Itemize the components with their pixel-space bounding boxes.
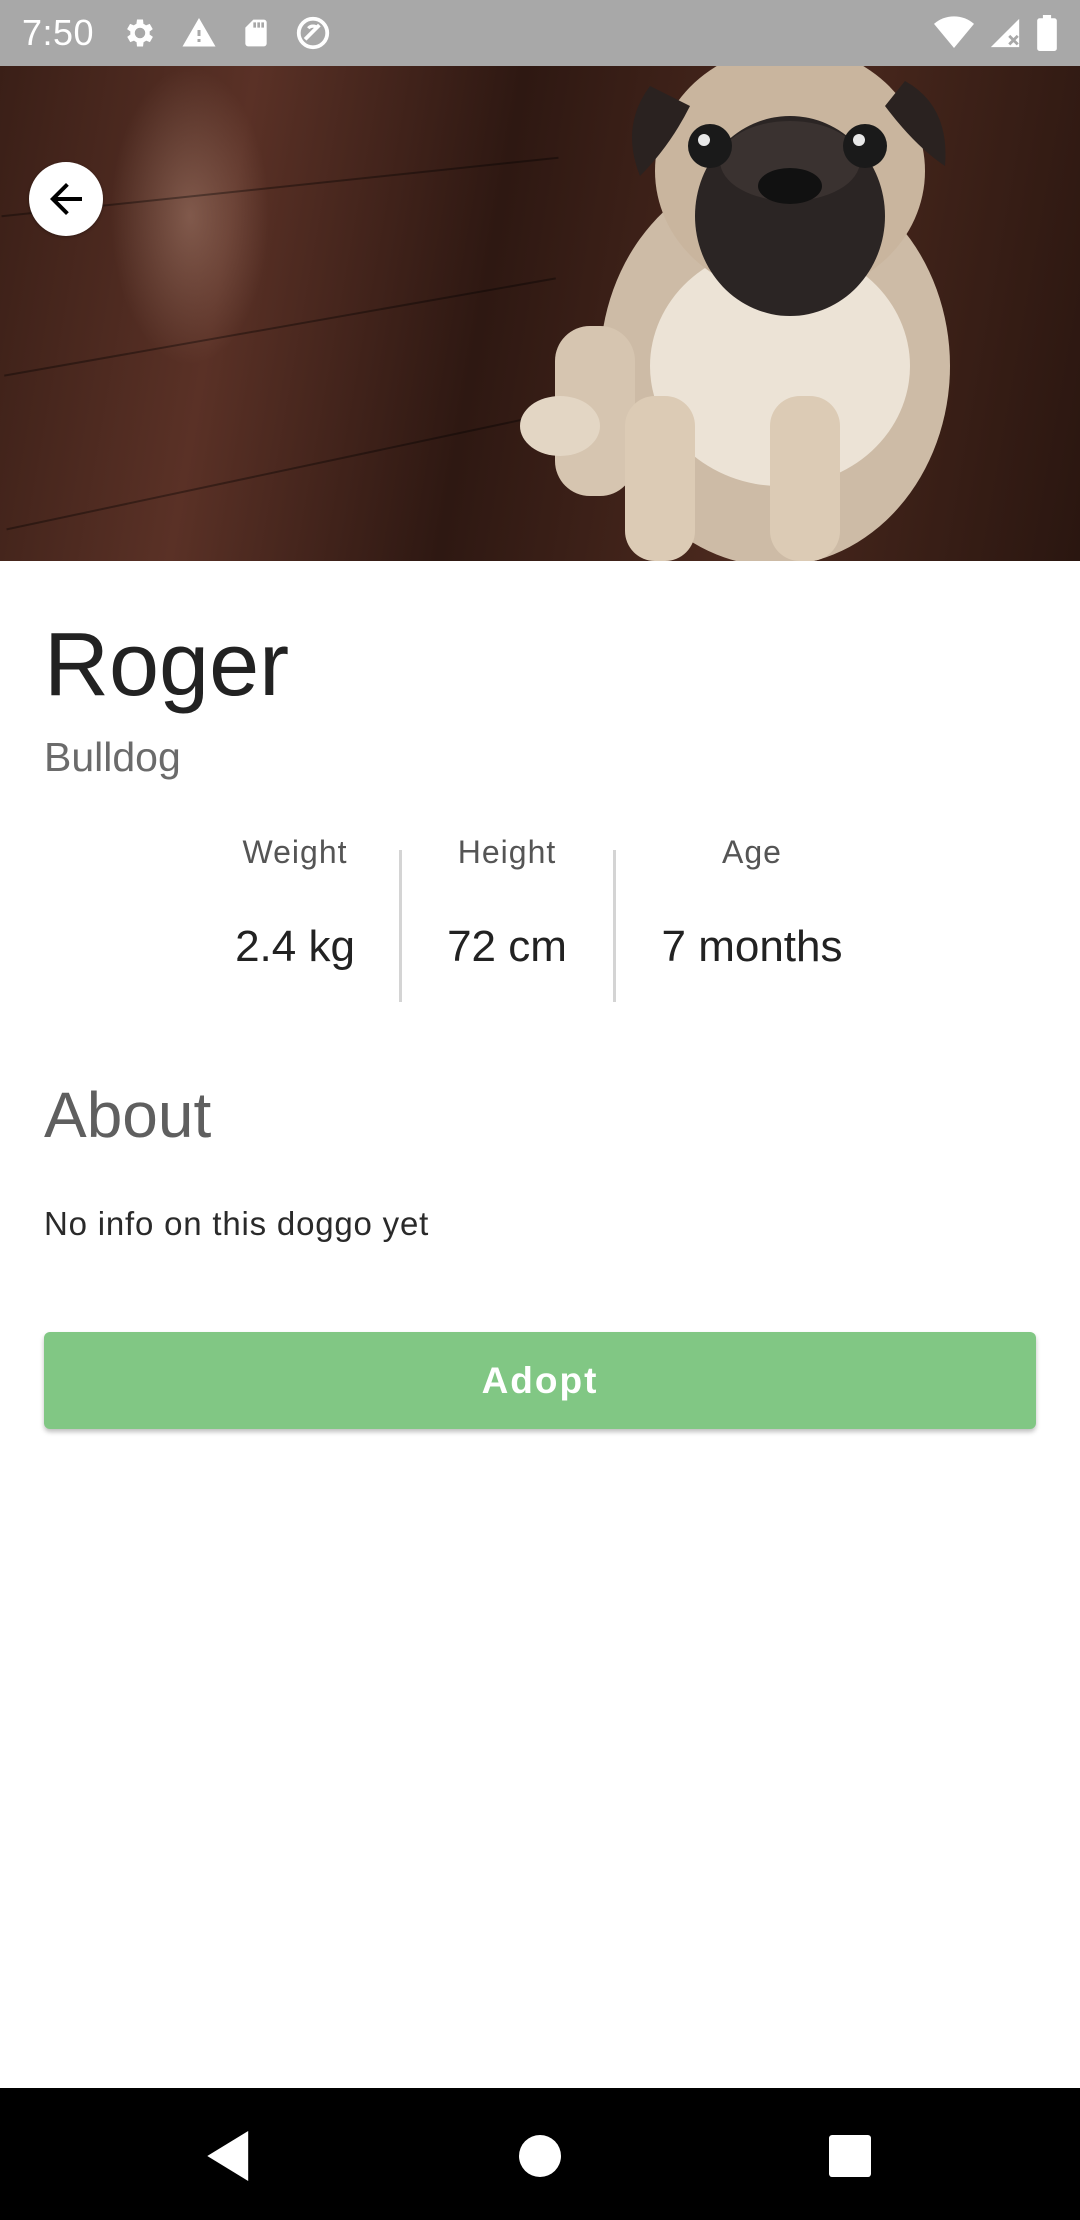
nav-home-icon — [519, 2135, 561, 2177]
stat-age-value: 7 months — [661, 922, 843, 971]
battery-icon — [1036, 15, 1058, 51]
back-button[interactable] — [29, 162, 103, 236]
dog-detail-screen: 7:50 Roger Bulldog Weight 2.4 kg Height … — [0, 0, 1080, 2220]
sd-card-icon — [240, 16, 272, 50]
stat-height-value: 72 cm — [447, 922, 567, 971]
stat-weight: Weight 2.4 kg — [215, 836, 375, 969]
nav-back-icon — [207, 2131, 249, 2181]
stat-weight-label: Weight — [242, 834, 348, 870]
status-icons-right — [934, 15, 1058, 51]
navigation-bar — [0, 2088, 1080, 2220]
warning-icon — [180, 15, 218, 51]
arrow-back-icon — [50, 183, 82, 215]
dog-stats: Weight 2.4 kg Height 72 cm Age 7 months — [0, 836, 1080, 1006]
about-text: No info on this doggo yet — [44, 1205, 430, 1242]
stat-height-label: Height — [457, 834, 557, 870]
status-bar: 7:50 — [0, 0, 1080, 66]
nav-home-button[interactable] — [510, 2126, 570, 2186]
vpn-icon — [294, 14, 332, 52]
gear-icon — [122, 15, 158, 51]
stat-age: Age 7 months — [641, 836, 863, 969]
dog-breed: Bulldog — [44, 734, 181, 780]
stat-divider — [399, 850, 402, 1002]
adopt-button[interactable]: Adopt — [44, 1332, 1036, 1429]
dog-name: Roger — [44, 615, 290, 715]
stat-divider — [613, 850, 616, 1002]
status-time: 7:50 — [22, 12, 95, 53]
signal-icon — [988, 16, 1022, 50]
pug-illustration — [520, 66, 950, 561]
stat-age-label: Age — [722, 834, 782, 870]
stat-weight-value: 2.4 kg — [235, 922, 355, 971]
nav-back-button[interactable] — [200, 2126, 260, 2186]
stat-height: Height 72 cm — [427, 836, 587, 969]
wifi-icon — [934, 16, 974, 50]
nav-recents-icon — [829, 2135, 871, 2177]
about-title: About — [44, 1079, 212, 1151]
status-icons-left — [122, 14, 332, 52]
nav-recents-button[interactable] — [820, 2126, 880, 2186]
dog-photo — [0, 66, 1080, 561]
